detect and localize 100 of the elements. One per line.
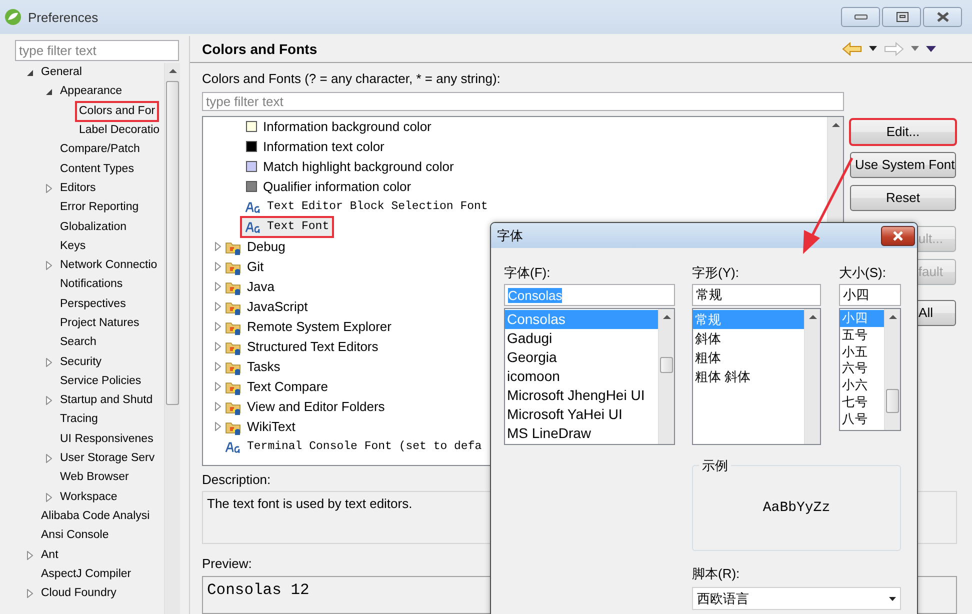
tree-item[interactable]: Search bbox=[58, 334, 98, 352]
tree-item[interactable]: Tracing bbox=[58, 411, 100, 428]
close-button[interactable] bbox=[923, 7, 962, 27]
tree-item[interactable]: Text Compare bbox=[225, 378, 331, 396]
filter-field[interactable]: type filter text bbox=[202, 92, 844, 111]
edit-button[interactable]: Edit... bbox=[850, 118, 956, 145]
tree-item[interactable]: Globalization bbox=[58, 218, 128, 236]
maximize-button[interactable] bbox=[882, 7, 921, 27]
tree-item[interactable]: Structured Text Editors bbox=[225, 338, 382, 356]
style-list[interactable]: 常规 斜体 粗体 粗体 斜体 bbox=[692, 308, 821, 445]
scrollbar[interactable] bbox=[884, 309, 900, 430]
tree-item[interactable]: Keys bbox=[58, 238, 88, 255]
list-item[interactable]: Microsoft YaHei UI bbox=[505, 405, 658, 424]
expand-arrow-icon[interactable] bbox=[214, 322, 220, 332]
tree-item[interactable]: Workspace bbox=[58, 488, 120, 506]
tree-item[interactable]: Text Font bbox=[242, 218, 332, 236]
list-item[interactable]: 粗体 斜体 bbox=[693, 367, 804, 386]
tree-item[interactable]: Match highlight background color bbox=[245, 158, 457, 176]
expand-arrow-icon[interactable] bbox=[214, 242, 220, 252]
collapse-arrow-icon[interactable] bbox=[44, 88, 52, 96]
tree-item[interactable]: Git bbox=[225, 258, 267, 276]
tree-item[interactable]: Security bbox=[58, 354, 104, 371]
tree-item[interactable]: Information text color bbox=[245, 138, 388, 156]
expand-arrow-icon[interactable] bbox=[214, 262, 220, 272]
expand-arrow-icon[interactable] bbox=[46, 261, 52, 270]
font-list[interactable]: Consolas Gadugi Georgia icomoon Microsoft JhengHei UI Microsoft YaHei UI MS LineDraw bbox=[504, 308, 675, 445]
tree-item[interactable]: Compare/Patch bbox=[58, 141, 142, 158]
list-item[interactable]: Georgia bbox=[505, 348, 658, 367]
tree-item[interactable]: User Storage Serv bbox=[58, 450, 157, 468]
expand-arrow-icon[interactable] bbox=[26, 589, 32, 598]
list-item[interactable]: 斜体 bbox=[693, 329, 804, 348]
tree-item[interactable]: JavaScript bbox=[225, 298, 311, 316]
dropdown-icon[interactable] bbox=[869, 46, 877, 52]
tree-item[interactable]: Colors and For bbox=[77, 102, 158, 120]
tree-item[interactable]: WikiText bbox=[225, 418, 298, 436]
size-list[interactable]: 小四 五号 小五 六号 小六 七号 八号 bbox=[839, 308, 901, 431]
list-item[interactable]: 五号 bbox=[840, 326, 884, 344]
tree-item[interactable]: General bbox=[39, 64, 84, 82]
expand-arrow-icon[interactable] bbox=[214, 342, 220, 352]
expand-arrow-icon[interactable] bbox=[214, 362, 220, 372]
tree-item[interactable]: Cloud Foundry bbox=[39, 585, 118, 602]
expand-arrow-icon[interactable] bbox=[214, 402, 220, 412]
tree-item[interactable]: Ant bbox=[39, 546, 60, 564]
list-item[interactable]: MS LineDraw bbox=[505, 424, 658, 443]
expand-arrow-icon[interactable] bbox=[46, 454, 52, 464]
system-font-button[interactable]: Use System Font bbox=[850, 152, 956, 178]
menu-icon[interactable] bbox=[926, 46, 936, 52]
tree-item[interactable]: Text Editor Block Selection Font bbox=[245, 198, 491, 216]
expand-arrow-icon[interactable] bbox=[46, 184, 52, 193]
list-item[interactable]: icomoon bbox=[505, 367, 658, 386]
tree-item[interactable]: Qualifier information color bbox=[245, 178, 414, 196]
tree-item[interactable]: Ansi Console bbox=[39, 527, 111, 544]
reset-button[interactable]: Reset bbox=[850, 184, 956, 211]
tree-item[interactable]: Error Reporting bbox=[58, 199, 141, 216]
tree-item[interactable]: Terminal Console Font (set to defa bbox=[225, 438, 485, 456]
tree-item[interactable]: AspectJ Compiler bbox=[39, 566, 134, 583]
list-item[interactable]: 七号 bbox=[840, 394, 884, 411]
list-item[interactable]: Gadugi bbox=[505, 329, 658, 348]
tree-item[interactable]: Project Natures bbox=[58, 315, 142, 332]
tree-item[interactable]: Information background color bbox=[245, 118, 434, 136]
close-button[interactable] bbox=[881, 226, 915, 246]
scrollbar[interactable] bbox=[658, 309, 674, 444]
list-item[interactable]: 粗体 bbox=[693, 348, 804, 367]
expand-arrow-icon[interactable] bbox=[214, 302, 220, 312]
tree-item[interactable]: Debug bbox=[225, 238, 288, 256]
script-dropdown[interactable]: 西欧语言 bbox=[692, 587, 901, 610]
tree-item[interactable]: Tasks bbox=[225, 358, 284, 376]
collapse-arrow-icon[interactable] bbox=[26, 68, 34, 77]
expand-arrow-icon[interactable] bbox=[214, 382, 220, 392]
list-item[interactable]: 小五 bbox=[840, 344, 884, 360]
list-item[interactable]: 小六 bbox=[840, 377, 884, 394]
tree-item[interactable]: Web Browser bbox=[58, 469, 131, 486]
list-item[interactable]: Microsoft JhengHei UI bbox=[505, 386, 658, 405]
input-field[interactable]: 小四 bbox=[839, 284, 901, 306]
forward-arrow-icon[interactable] bbox=[884, 42, 904, 56]
minimize-button[interactable] bbox=[841, 7, 880, 27]
expand-arrow-icon[interactable] bbox=[46, 492, 52, 502]
scrollbar[interactable] bbox=[164, 63, 180, 614]
tree-item[interactable]: Java bbox=[225, 278, 278, 296]
back-arrow-icon[interactable] bbox=[842, 42, 862, 56]
list-item[interactable]: 六号 bbox=[840, 360, 884, 378]
tree-item[interactable]: View and Editor Folders bbox=[225, 398, 388, 416]
tree-item[interactable]: Alibaba Code Analysi bbox=[39, 508, 152, 525]
scrollbar[interactable] bbox=[804, 309, 820, 444]
tree-item[interactable]: Label Decoratio bbox=[77, 122, 162, 140]
tree-item[interactable]: Editors bbox=[58, 180, 98, 197]
expand-arrow-icon[interactable] bbox=[26, 550, 32, 560]
list-item[interactable]: 八号 bbox=[840, 410, 884, 428]
tree-item[interactable]: Notifications bbox=[58, 276, 125, 294]
tree-item[interactable]: UI Responsivenes bbox=[58, 430, 156, 448]
tree-item[interactable]: Appearance bbox=[58, 83, 124, 100]
tree-item[interactable]: Service Policies bbox=[58, 372, 144, 390]
tree-item[interactable]: Network Connectio bbox=[58, 257, 160, 274]
expand-arrow-icon[interactable] bbox=[214, 422, 220, 432]
tree-item[interactable]: Startup and Shutd bbox=[58, 392, 155, 410]
tree-item[interactable]: Content Types bbox=[58, 160, 136, 178]
tree-item[interactable]: Remote System Explorer bbox=[225, 318, 394, 336]
input-field[interactable]: 常规 bbox=[692, 284, 821, 306]
expand-arrow-icon[interactable] bbox=[46, 358, 52, 367]
tree-item[interactable]: Perspectives bbox=[58, 296, 128, 313]
